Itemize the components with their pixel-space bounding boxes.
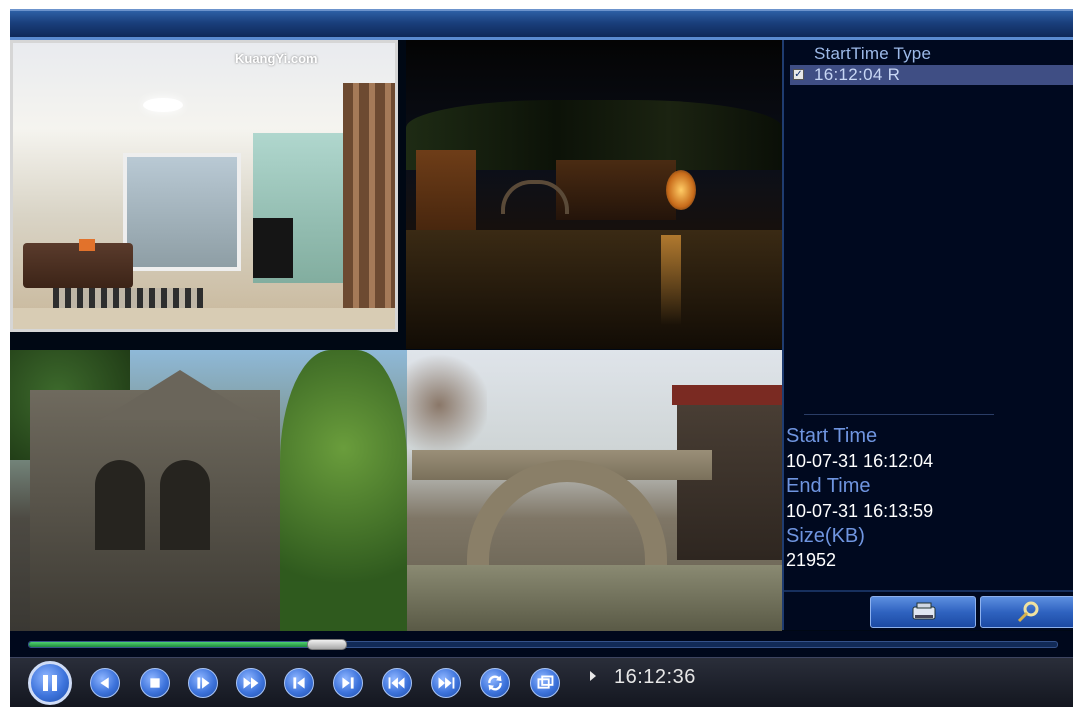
video-channel-4[interactable] xyxy=(407,350,782,631)
video-channel-1[interactable]: KuangYi.com xyxy=(10,40,398,332)
backup-button[interactable] xyxy=(870,596,976,628)
record-row-text: 16:12:04 R xyxy=(814,65,901,84)
cushion xyxy=(79,239,95,251)
building-gable xyxy=(100,370,260,420)
pause-icon xyxy=(43,675,57,691)
fast-forward-button[interactable] xyxy=(236,668,266,698)
size-value: 21952 xyxy=(786,550,837,570)
house-center xyxy=(556,160,676,220)
previous-file-icon xyxy=(388,677,405,689)
next-frame-icon xyxy=(342,677,354,689)
bare-tree xyxy=(407,350,487,460)
ceiling-light xyxy=(143,98,183,112)
dvr-playback-window: KuangYi.com StartTime Type ✓ 16:12:04 R xyxy=(10,9,1073,707)
video-channel-3[interactable] xyxy=(10,350,407,631)
stop-button[interactable] xyxy=(140,668,170,698)
wooden-pillars xyxy=(343,83,395,329)
building-facade xyxy=(30,390,280,630)
arched-window xyxy=(95,460,145,550)
step-forward-button[interactable] xyxy=(188,668,218,698)
progress-fill xyxy=(29,642,328,647)
end-time-value: 10-07-31 16:13:59 xyxy=(786,501,934,521)
loop-icon xyxy=(488,675,502,691)
previous-file-button[interactable] xyxy=(382,668,412,698)
window-icon xyxy=(537,675,554,689)
reverse-play-button[interactable] xyxy=(90,668,120,698)
panel-divider xyxy=(804,414,994,415)
progress-thumb[interactable] xyxy=(307,639,348,650)
control-strip: 16:12:36 xyxy=(10,657,1073,707)
screen: KuangYi.com StartTime Type ✓ 16:12:04 R xyxy=(0,0,1073,707)
loop-button[interactable] xyxy=(480,668,510,698)
panel-separator xyxy=(784,590,1073,592)
stop-icon xyxy=(150,678,160,688)
reverse-play-icon xyxy=(100,677,109,689)
sofa xyxy=(23,243,133,288)
next-file-button[interactable] xyxy=(431,668,461,698)
video-channel-2[interactable] xyxy=(406,40,782,349)
floor xyxy=(13,308,395,329)
river-water xyxy=(407,565,782,631)
fast-forward-icon xyxy=(243,677,259,689)
backup-icon xyxy=(912,602,936,620)
watermark-text: KuangYi.com xyxy=(235,51,318,66)
pause-button[interactable] xyxy=(28,661,72,705)
size-label: Size(KB) xyxy=(786,525,865,547)
arched-window xyxy=(160,460,210,550)
record-list-header: StartTime Type xyxy=(814,44,932,63)
fullscreen-button[interactable] xyxy=(530,668,560,698)
record-list-row[interactable]: ✓ 16:12:04 R xyxy=(790,65,1073,85)
progress-track[interactable] xyxy=(28,639,1058,650)
previous-frame-button[interactable] xyxy=(284,668,314,698)
search-button[interactable] xyxy=(980,596,1073,628)
next-frame-button[interactable] xyxy=(333,668,363,698)
title-bar xyxy=(10,9,1073,37)
search-icon xyxy=(1017,601,1039,623)
canal-water xyxy=(406,230,782,349)
previous-frame-icon xyxy=(293,677,305,689)
playback-bar: 16:12:36 xyxy=(10,631,1073,707)
start-time-label: Start Time xyxy=(786,425,878,447)
end-time-label: End Time xyxy=(786,475,871,497)
rug xyxy=(53,288,203,308)
time-indicator-icon xyxy=(590,671,596,681)
light-reflection xyxy=(661,235,681,325)
record-checkbox[interactable]: ✓ xyxy=(793,69,804,80)
lantern-glow xyxy=(666,170,696,210)
tv xyxy=(253,218,293,278)
window-view xyxy=(123,153,241,271)
record-panel: StartTime Type ✓ 16:12:04 R Start Time 1… xyxy=(782,40,1073,630)
playback-time: 16:12:36 xyxy=(614,666,696,688)
next-file-icon xyxy=(438,677,455,689)
step-forward-icon xyxy=(197,677,210,689)
tree-right xyxy=(280,350,407,631)
roof-right xyxy=(672,385,782,405)
start-time-value: 10-07-31 16:12:04 xyxy=(786,451,934,471)
